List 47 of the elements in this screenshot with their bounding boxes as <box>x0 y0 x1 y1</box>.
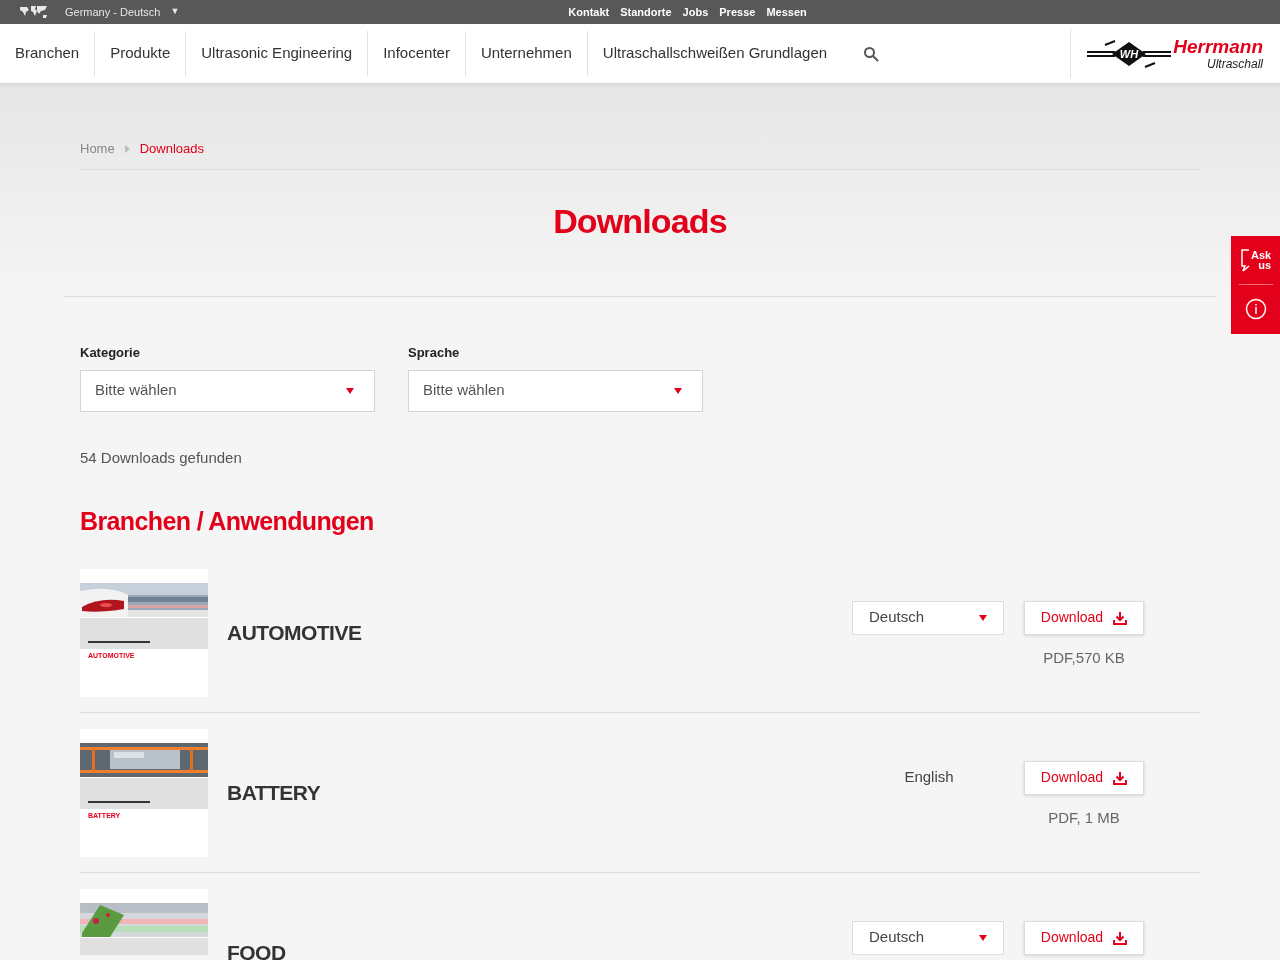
caret-icon <box>979 934 987 941</box>
search-icon[interactable] <box>863 45 880 62</box>
filter-label: Sprache <box>408 344 461 362</box>
download-button[interactable]: Download <box>1024 600 1144 635</box>
breadcrumb-link[interactable]: Downloads <box>139 139 204 159</box>
top-link[interactable]: Presse <box>719 3 756 21</box>
nav-link[interactable]: Infocenter <box>368 31 466 76</box>
document-title: AUTOMOTIVE <box>227 619 362 646</box>
top-link[interactable]: Standorte <box>620 3 672 21</box>
download-icon <box>1113 930 1128 945</box>
section-title: Branchen / Anwendungen <box>80 506 375 537</box>
download-button[interactable]: Download <box>1024 920 1144 955</box>
nav-link[interactable]: Unternehmen <box>465 31 588 76</box>
download-icon <box>1113 610 1128 625</box>
nav-link[interactable]: Produkte <box>95 31 187 76</box>
cover-caption-line <box>88 800 150 803</box>
filter-label: Kategorie <box>80 344 141 362</box>
top-link[interactable]: Kontakt <box>568 3 610 21</box>
file-info: PDF, 1 MB <box>1048 807 1120 828</box>
page-title: Downloads <box>552 200 728 242</box>
nav-link[interactable]: Ultraschallschweißen Grundlagen <box>587 31 843 76</box>
caret-icon <box>346 387 354 394</box>
top-link[interactable]: Jobs <box>682 3 709 21</box>
ask-us-button[interactable]: Ask us <box>1240 236 1271 284</box>
result-count: 54 Downloads gefunden <box>80 447 243 468</box>
document-title: BATTERY <box>227 779 321 806</box>
caret-icon <box>674 387 682 394</box>
language-select[interactable]: Deutsch <box>852 600 1004 635</box>
language-label: English <box>904 767 954 788</box>
download-button[interactable]: Download <box>1024 760 1144 795</box>
filter-select[interactable]: Bitte wählen <box>408 369 703 412</box>
nav-link[interactable]: Ultrasonic Engineering <box>186 31 369 76</box>
top-link[interactable]: Messen <box>766 3 807 21</box>
file-info: PDF,570 KB <box>1043 647 1125 668</box>
document-title: FOOD <box>227 939 286 960</box>
language-select[interactable]: Deutsch <box>852 920 1004 955</box>
cover-caption-line <box>88 640 150 643</box>
download-icon <box>1113 770 1128 785</box>
world-map-icon[interactable] <box>19 5 49 19</box>
region-selector[interactable]: Germany - Deutsch ▼ <box>65 3 180 21</box>
filter-select[interactable]: Bitte wählen <box>80 369 375 412</box>
speech-bubble-icon <box>1240 248 1250 272</box>
nav-link[interactable]: Branchen <box>0 31 96 76</box>
chevron-icon <box>124 144 130 153</box>
caret-icon <box>979 614 987 621</box>
info-icon[interactable] <box>1244 298 1267 320</box>
logo[interactable]: WH Herrmann Ultraschall <box>1087 36 1263 71</box>
